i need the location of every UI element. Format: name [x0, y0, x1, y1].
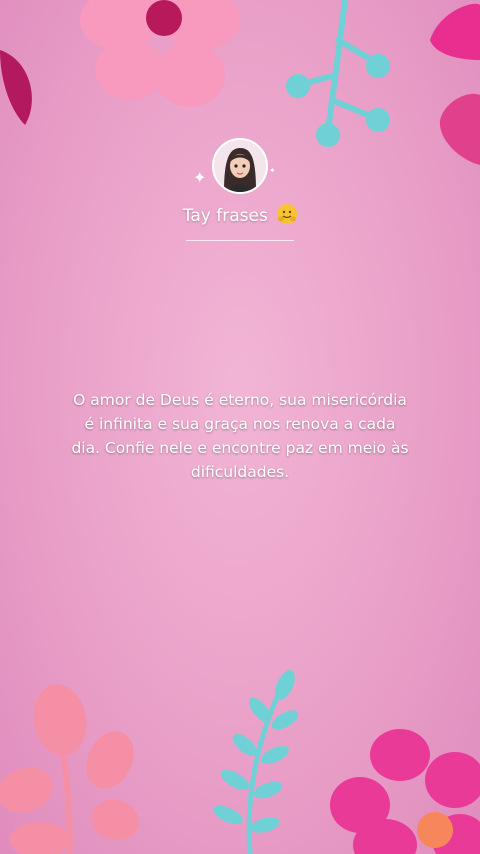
- profile-title-row: Tay frases: [0, 204, 480, 226]
- hugging-face-emoji-icon: [277, 204, 298, 224]
- quote-text: O amor de Deus é eterno, sua misericórdi…: [71, 391, 409, 481]
- profile-name: Tay frases: [182, 206, 268, 226]
- pink-plant-decoration: [0, 684, 139, 854]
- avatar: [212, 138, 268, 194]
- pink-flower-decoration: [80, 0, 240, 107]
- magenta-flower-decoration: [330, 729, 480, 854]
- header-divider: [186, 240, 294, 241]
- avatar-girl-icon: [214, 140, 266, 192]
- sparkle-icon: ✦: [193, 168, 207, 187]
- teal-fern-decoration: [213, 670, 299, 854]
- dark-leaf-decoration: [0, 50, 32, 125]
- profile-header: ✦ ✦ Tay frases: [0, 138, 480, 241]
- sparkle-small-icon: ✦: [269, 166, 276, 175]
- teal-branch-decoration: [286, 0, 390, 147]
